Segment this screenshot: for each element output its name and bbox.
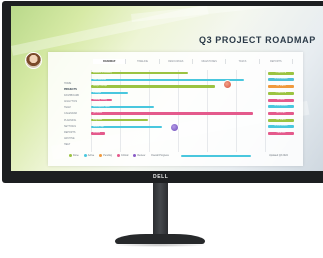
task-bar[interactable] bbox=[91, 112, 253, 115]
legend-label: Done bbox=[73, 154, 79, 157]
overall-progress-bar bbox=[181, 154, 251, 157]
avatar[interactable] bbox=[25, 52, 42, 69]
tab-timeline[interactable]: TIMELINE bbox=[126, 59, 160, 64]
status-badge: COMPLETE bbox=[268, 91, 294, 95]
sidebar: HOME PROJECTS DASHBOARD ANALYTICS TEAM C… bbox=[64, 81, 82, 148]
grid-line bbox=[149, 70, 150, 152]
legend-item: Review bbox=[133, 154, 145, 157]
grid-line bbox=[265, 70, 266, 152]
grid-line bbox=[236, 70, 237, 152]
legend-item: Done bbox=[69, 154, 79, 157]
status-badge: PENDING bbox=[268, 132, 294, 135]
legend-dot bbox=[69, 154, 72, 157]
task-label: QA Review bbox=[93, 112, 103, 115]
tab-milestones[interactable]: MILESTONES bbox=[193, 59, 227, 64]
task-label: Release bbox=[93, 132, 100, 135]
grid-line bbox=[91, 70, 92, 152]
tab-reports[interactable]: REPORTS bbox=[260, 59, 293, 64]
status-badge: ON TRACK bbox=[268, 85, 294, 89]
legend-item: Active bbox=[83, 154, 95, 157]
monitor-screen: Q3 PROJECT ROADMAP ROADMAP TIMELINE RESO… bbox=[11, 6, 323, 171]
legend-item: Critical bbox=[117, 154, 128, 157]
legend-dot bbox=[133, 154, 137, 157]
grid-line bbox=[120, 70, 121, 152]
assignee-avatar-pin[interactable] bbox=[223, 80, 232, 89]
tab-resources[interactable]: RESOURCES bbox=[160, 59, 193, 64]
task-label: Development Sprint bbox=[93, 105, 110, 108]
status-badge: IN PROGRESS bbox=[268, 125, 294, 129]
status-badge: AT RISK bbox=[268, 98, 294, 102]
task-label: User Interviews bbox=[93, 78, 107, 81]
updated-date-label: Updated Q3 2024 bbox=[269, 154, 288, 157]
sidebar-item-help[interactable]: HELP bbox=[64, 142, 82, 148]
grid-line bbox=[207, 70, 208, 152]
dell-logo: DELL bbox=[153, 174, 169, 180]
status-badge: BLOCKED bbox=[268, 111, 294, 115]
grid-line bbox=[178, 70, 179, 152]
legend-dot bbox=[99, 154, 103, 157]
legend-dot bbox=[117, 154, 121, 157]
task-label: Launch Prep bbox=[93, 125, 104, 128]
task-label: Design Concepts bbox=[93, 85, 108, 88]
legend-dot bbox=[83, 154, 87, 157]
assignee-avatar-pin[interactable] bbox=[170, 123, 179, 132]
page-title: Q3 PROJECT ROADMAP bbox=[199, 35, 316, 45]
task-bar[interactable] bbox=[91, 85, 215, 88]
status-badge: IN PROGRESS bbox=[268, 105, 294, 109]
legend-label: Critical bbox=[121, 154, 129, 157]
task-label: Research & Discovery bbox=[93, 72, 112, 74]
legend-label: Pending bbox=[103, 154, 113, 157]
legend-label: Active bbox=[87, 154, 95, 157]
tab-bar: ROADMAP TIMELINE RESOURCES MILESTONES TA… bbox=[93, 59, 293, 64]
monitor-bezel: Q3 PROJECT ROADMAP ROADMAP TIMELINE RESO… bbox=[2, 1, 323, 183]
status-badge: ON TRACK bbox=[268, 118, 294, 122]
monitor-stand-base bbox=[115, 234, 205, 244]
legend-item: Pending bbox=[99, 154, 112, 157]
tab-roadmap[interactable]: ROADMAP bbox=[93, 59, 127, 64]
task-label: Usability Testing bbox=[93, 98, 107, 101]
legend: Done Active Pending Critical Review bbox=[69, 154, 145, 157]
task-label: Integration bbox=[93, 118, 102, 121]
overall-progress-label: Overall Progress bbox=[151, 154, 169, 157]
task-bar[interactable] bbox=[91, 78, 245, 82]
status-badge: IN PROGRESS bbox=[268, 78, 294, 82]
monitor-stand-neck bbox=[153, 183, 168, 237]
task-label: Prototype bbox=[93, 92, 102, 95]
legend-label: Review bbox=[137, 154, 146, 157]
status-badge: COMPLETE bbox=[268, 71, 294, 75]
tab-tasks[interactable]: TASKS bbox=[226, 59, 260, 64]
